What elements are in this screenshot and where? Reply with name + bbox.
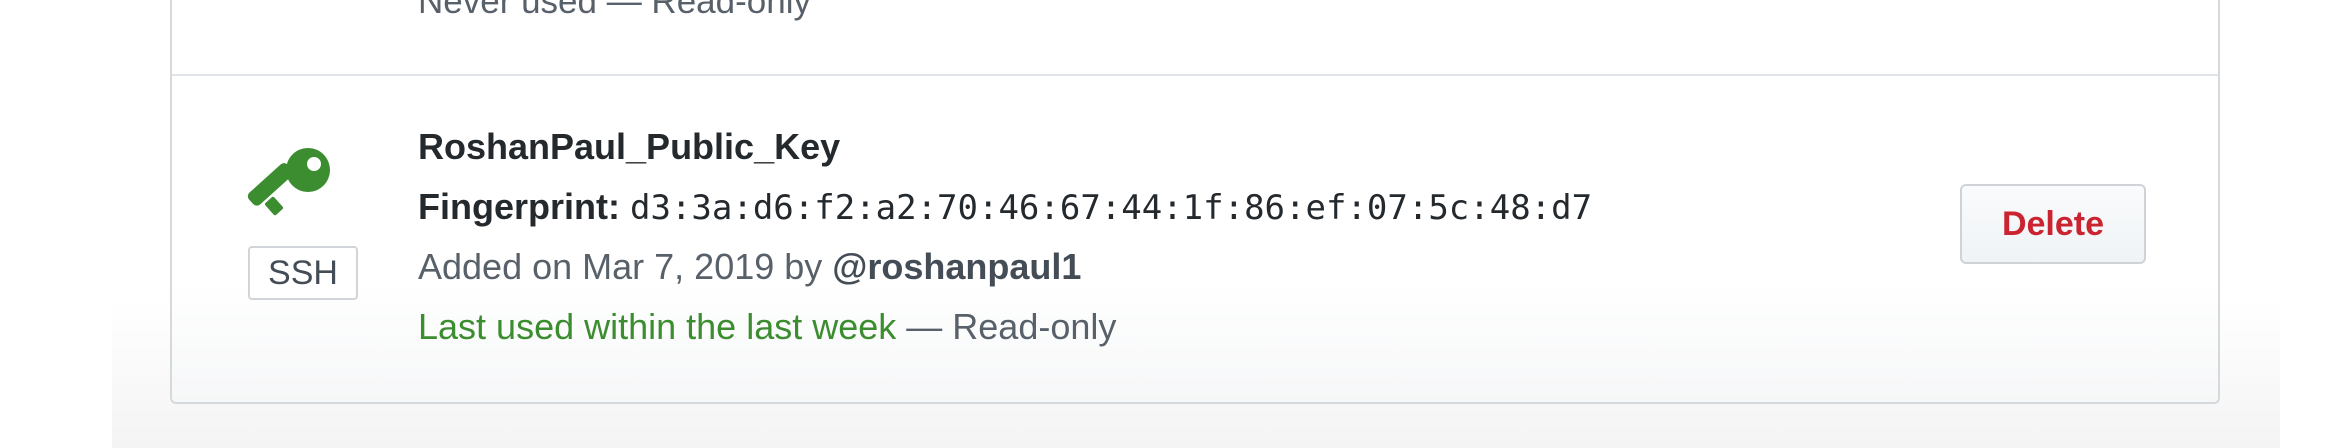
last-used: Last used within the last week bbox=[418, 306, 897, 347]
key-usage-status: Last used within the last week — Read-on… bbox=[418, 306, 1116, 348]
ssh-keys-list: Never used — Read-only SSH RoshanPaul_Pu… bbox=[170, 0, 2220, 404]
key-icon bbox=[247, 142, 338, 232]
key-type-badge: SSH bbox=[248, 246, 358, 300]
key-usage-status: Never used — Read-only bbox=[418, 0, 811, 21]
list-item: Never used — Read-only bbox=[172, 0, 2218, 76]
key-title: RoshanPaul_Public_Key bbox=[418, 126, 841, 167]
delete-button[interactable]: Delete bbox=[1960, 184, 2146, 264]
ssh-keys-page: Never used — Read-only SSH RoshanPaul_Pu… bbox=[0, 0, 2336, 448]
fingerprint-label: Fingerprint: bbox=[418, 186, 620, 227]
fingerprint-value: d3:3a:d6:f2:a2:70:46:67:44:1f:86:ef:07:5… bbox=[630, 188, 1593, 228]
added-by-user: @roshanpaul1 bbox=[832, 246, 1082, 287]
added-date: Added on Mar 7, 2019 by bbox=[418, 246, 823, 287]
key-added-info: Added on Mar 7, 2019 by @roshanpaul1 bbox=[418, 246, 1081, 288]
key-fingerprint: Fingerprint: d3:3a:d6:f2:a2:70:46:67:44:… bbox=[418, 186, 1592, 228]
access-level: — Read-only bbox=[906, 306, 1117, 347]
list-item: SSH RoshanPaul_Public_Key Fingerprint: d… bbox=[172, 76, 2218, 404]
